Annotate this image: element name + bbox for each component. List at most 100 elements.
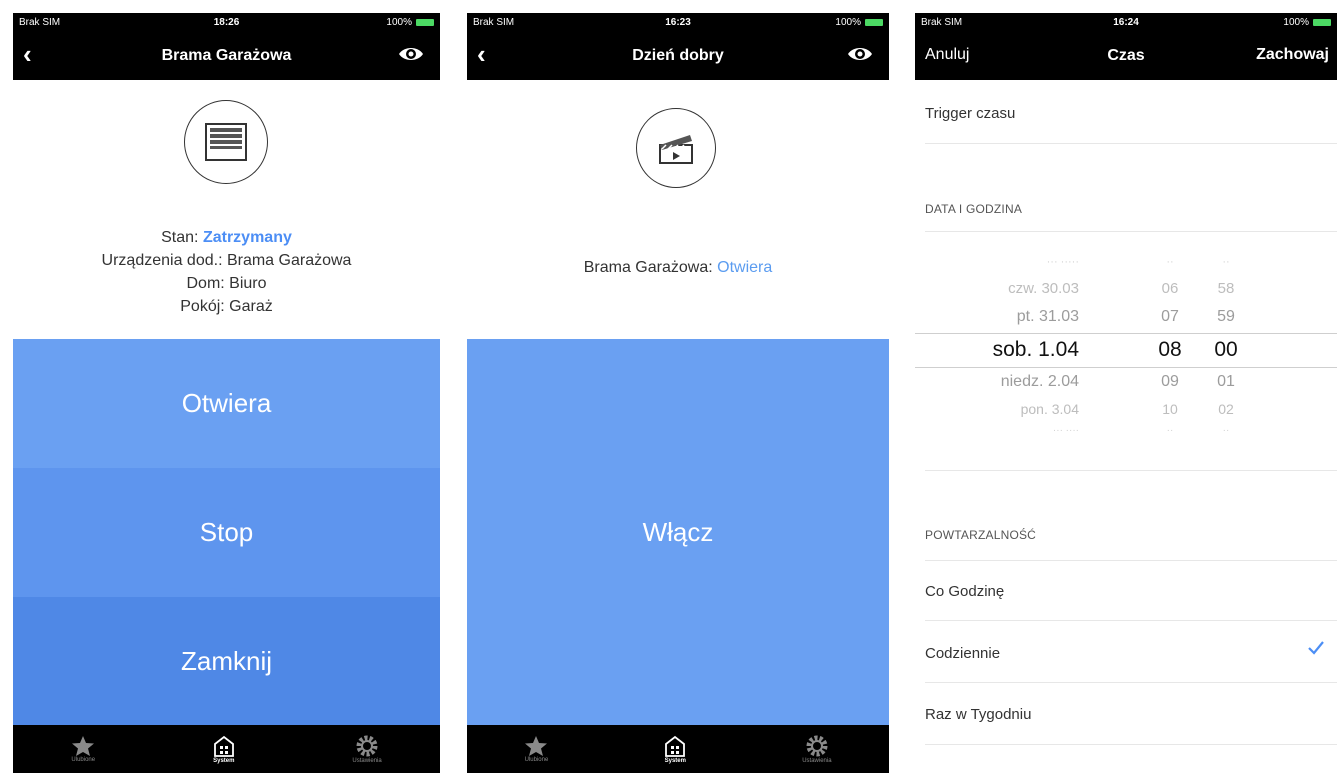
house-icon xyxy=(213,735,234,757)
tab-system[interactable]: System xyxy=(663,734,687,764)
picker-minute: 59 xyxy=(1217,308,1235,325)
page-title: Czas xyxy=(1107,46,1145,64)
screen-device-control: Brak SIM 18:26 100% ‹ Brama Garażowa Sta… xyxy=(13,13,440,773)
device-value: Otwiera xyxy=(717,259,773,276)
picker-date: czw. 30.03 xyxy=(1008,280,1079,297)
battery-icon xyxy=(416,18,434,26)
clock-label: 18:26 xyxy=(213,16,240,28)
star-icon xyxy=(72,736,95,756)
screen-scene: Brak SIM 16:23 100% ‹ Dzień dobry Brama … xyxy=(467,13,889,773)
state-label: Stan: xyxy=(161,229,199,246)
nav-bar: ‹ Dzień dobry xyxy=(467,31,889,80)
tab-label: Ustawienia xyxy=(352,758,382,764)
trigger-row[interactable]: Trigger czasu xyxy=(915,105,1337,122)
picker-minute: 01 xyxy=(1217,373,1235,390)
battery-percent: 100% xyxy=(1283,16,1309,28)
page-title: Brama Garażowa xyxy=(161,46,292,64)
carrier-label: Brak SIM xyxy=(921,16,963,28)
divider xyxy=(925,620,1337,621)
gear-icon xyxy=(806,735,828,757)
picker-date: pon. 3.04 xyxy=(1020,401,1079,417)
repeat-option-weekly[interactable]: Raz w Tygodniu xyxy=(915,706,1337,723)
checkmark-icon xyxy=(1307,640,1325,661)
tab-favorites[interactable]: Ulubione xyxy=(524,735,548,763)
garage-door-icon xyxy=(184,100,268,184)
tab-bar: Ulubione System Ustawienia xyxy=(467,725,889,773)
device-info: Stan: Zatrzymany Urządzenia dod.: Brama … xyxy=(13,226,440,318)
picker-selection-top xyxy=(915,333,1337,334)
status-bar: Brak SIM 18:26 100% xyxy=(13,13,440,31)
status-bar: Brak SIM 16:24 100% xyxy=(915,13,1337,31)
enable-button[interactable]: Włącz xyxy=(467,339,889,725)
close-button[interactable]: Zamknij xyxy=(13,597,440,725)
repeat-option-hourly[interactable]: Co Godzinę xyxy=(915,583,1337,600)
picker-date: sob. 1.04 xyxy=(992,338,1079,361)
picker-minute: 00 xyxy=(1214,338,1238,361)
nav-bar: Anuluj Czas Zachowaj xyxy=(915,31,1337,80)
stop-button[interactable]: Stop xyxy=(13,468,440,597)
tab-label: System xyxy=(664,758,686,764)
house-icon xyxy=(665,735,686,757)
divider xyxy=(925,470,1337,471)
status-right: 100% xyxy=(835,17,883,28)
picker-hour: 10 xyxy=(1162,401,1178,417)
tab-label: Ulubione xyxy=(71,757,96,763)
nav-bar: ‹ Brama Garażowa xyxy=(13,31,440,80)
battery-icon xyxy=(1313,18,1331,26)
picker-hour: 07 xyxy=(1161,308,1179,325)
battery-percent: 100% xyxy=(386,16,412,28)
divider xyxy=(925,682,1337,683)
scene-action-line: Brama Garażowa: Otwiera xyxy=(467,256,889,279)
picker-hour: 09 xyxy=(1161,373,1179,390)
save-button[interactable]: Zachowaj xyxy=(1256,46,1329,64)
repeat-section-header: POWTARZALNOŚĆ xyxy=(925,528,1037,542)
page-title: Dzień dobry xyxy=(632,46,724,64)
status-right: 100% xyxy=(1283,17,1331,28)
tab-settings[interactable]: Ustawienia xyxy=(352,734,382,764)
tab-bar: Ulubione System Ustawienia xyxy=(13,725,440,773)
picker-selection-bottom xyxy=(915,367,1337,368)
battery-icon xyxy=(865,18,883,26)
carrier-label: Brak SIM xyxy=(19,16,61,28)
screen-time-trigger: Brak SIM 16:24 100% Anuluj Czas Zachowaj… xyxy=(915,13,1337,773)
picker-row[interactable]: niedz. 2.04 09 01 xyxy=(915,373,1337,402)
battery-percent: 100% xyxy=(835,16,861,28)
date-section-header: DATA I GODZINA xyxy=(925,202,1023,216)
picker-hour: 06 xyxy=(1161,280,1179,297)
tab-label: Ustawienia xyxy=(802,758,832,764)
tab-label: System xyxy=(213,758,235,764)
state-value: Zatrzymany xyxy=(202,229,292,246)
device-label: Brama Garażowa: xyxy=(583,259,713,276)
eye-icon[interactable] xyxy=(847,44,873,69)
home-line: Dom: Biuro xyxy=(186,275,267,292)
device-line: Urządzenia dod.: Brama Garażowa xyxy=(101,252,352,269)
state-line: Stan: Zatrzymany xyxy=(13,226,440,249)
chevron-left-icon[interactable]: ‹ xyxy=(477,41,486,67)
picker-row-faded: ··· ···· ·· ·· xyxy=(1052,425,1230,436)
picker-date: niedz. 2.04 xyxy=(1000,373,1079,390)
open-button[interactable]: Otwiera xyxy=(13,339,440,468)
picker-row-selected[interactable]: sob. 1.04 08 00 xyxy=(915,338,1337,367)
carrier-label: Brak SIM xyxy=(473,16,515,28)
chevron-left-icon[interactable]: ‹ xyxy=(23,41,32,67)
divider xyxy=(925,143,1337,144)
tab-favorites[interactable]: Ulubione xyxy=(71,735,95,763)
status-right: 100% xyxy=(386,17,434,28)
gear-icon xyxy=(356,735,378,757)
repeat-option-label: Codziennie xyxy=(925,645,1001,662)
picker-date: pt. 31.03 xyxy=(1016,308,1079,325)
repeat-option-daily[interactable]: Codziennie xyxy=(915,645,1337,662)
picker-minute: 58 xyxy=(1217,280,1235,297)
clock-label: 16:23 xyxy=(665,16,691,28)
picker-minute: 02 xyxy=(1218,401,1234,417)
tab-settings[interactable]: Ustawienia xyxy=(802,734,832,764)
picker-row[interactable]: czw. 30.03 06 58 xyxy=(915,280,1337,309)
divider xyxy=(925,231,1337,232)
room-line: Pokój: Garaż xyxy=(180,298,273,315)
cancel-button[interactable]: Anuluj xyxy=(925,46,969,64)
clapperboard-icon xyxy=(636,108,716,188)
divider xyxy=(925,744,1337,745)
eye-icon[interactable] xyxy=(398,44,424,69)
date-time-picker[interactable]: ··· ····· ·· ·· czw. 30.03 06 58 pt. 31.… xyxy=(915,253,1337,443)
tab-system[interactable]: System xyxy=(212,734,236,764)
